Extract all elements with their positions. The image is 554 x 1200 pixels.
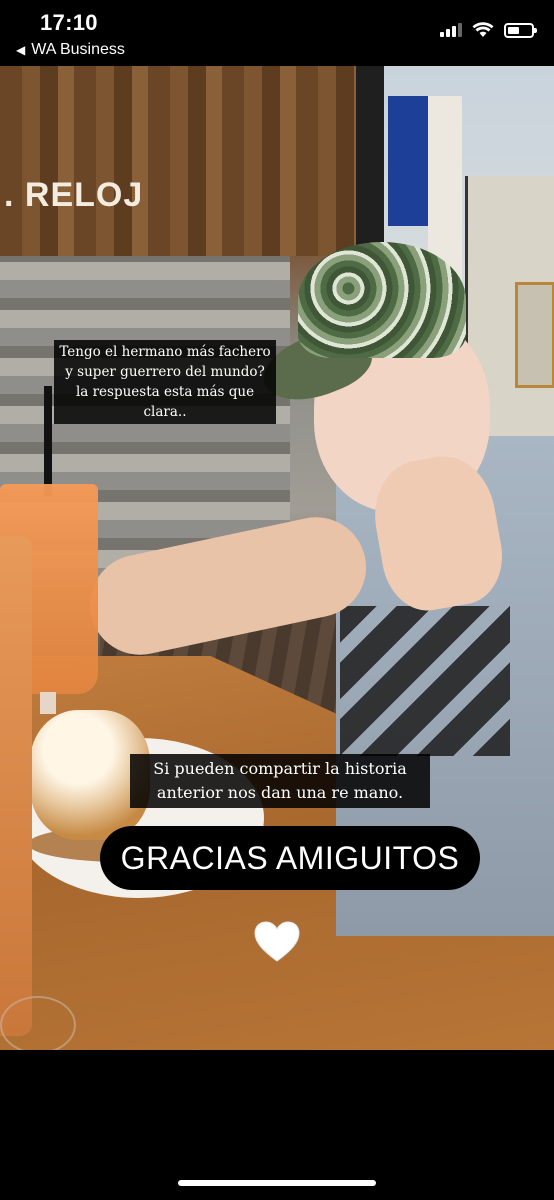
drink-straw [44,386,52,496]
foreground-glass-base [0,996,76,1050]
status-time: 17:10 [40,10,98,35]
story-image[interactable]: . RELOJ Tengo el hermano más fachero y s… [0,66,554,1050]
cellular-signal-icon [440,23,462,37]
wood-wall-background [0,66,390,256]
back-app-label: WA Business [31,41,125,58]
story-caption-top: Tengo el hermano más fachero y super gue… [54,340,276,424]
thanks-pill-text: GRACIAS AMIGUITOS [100,826,480,890]
back-arrow-icon: ◀ [16,43,26,57]
home-indicator[interactable] [178,1180,376,1186]
glass-stem [40,692,56,714]
foreground-glass [0,536,32,1036]
restaurant-sign-text: . RELOJ [4,176,144,214]
status-bar: 17:10 ◀ WA Business [0,0,554,66]
wifi-icon [472,22,494,37]
story-caption-middle: Si pueden compartir la historia anterior… [130,754,430,808]
camouflage-cap [298,242,466,358]
battery-icon [504,22,537,38]
framed-poster [515,282,554,388]
shirt-logo [340,606,510,756]
heart-icon [254,921,300,962]
status-icons [440,22,537,38]
back-to-app-link[interactable]: ◀ WA Business [16,41,125,59]
